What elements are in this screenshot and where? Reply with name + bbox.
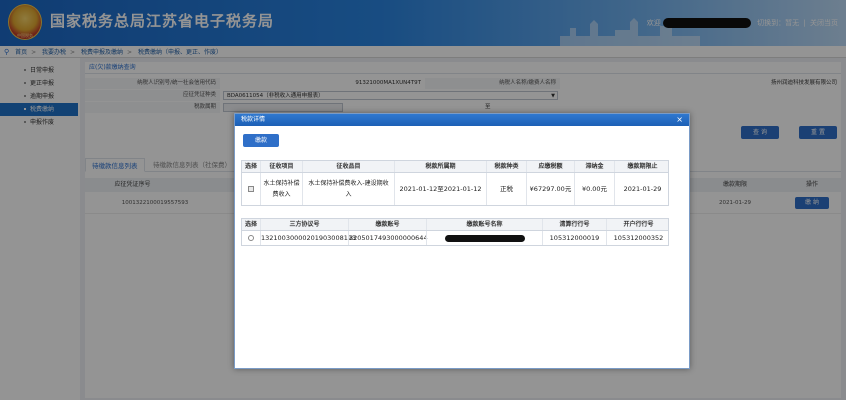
ah-clearing: 清算行行号 [542,219,606,230]
ah-open-bank: 开户行行号 [606,219,670,230]
account-open-bank: 105312000352 [606,231,670,245]
dh-late-fee: 滞纳金 [574,161,614,172]
dh-subitem: 征收品目 [302,161,394,172]
close-icon[interactable]: × [676,114,683,126]
detail-period: 2021-01-12至2021-01-12 [394,173,486,205]
account-agreement: 13210030000201903008193 [260,231,356,245]
dh-amount: 应缴税额 [526,161,574,172]
tax-detail-modal: 税款详情 × 缴款 选择 征收项目 征收品目 税款所属期 税款种类 应缴税额 滞… [234,113,690,369]
detail-subitem: 水土保持补偿费收入-建设期收入 [302,173,394,205]
account-table: 选择 三方协议号 缴款账号 缴款账号名称 清算行行号 开户行行号 1321003… [241,218,669,246]
radio-button[interactable] [248,235,254,241]
modal-title-bar: 税款详情 × [235,114,689,126]
dh-deadline: 缴款期限止 [614,161,670,172]
detail-table-header: 选择 征收项目 征收品目 税款所属期 税款种类 应缴税额 滞纳金 缴款期限止 [242,161,668,173]
account-clearing-bank: 105312000019 [542,231,606,245]
detail-table: 选择 征收项目 征收品目 税款所属期 税款种类 应缴税额 滞纳金 缴款期限止 水… [241,160,669,206]
dh-period: 税款所属期 [394,161,486,172]
dh-tax-type: 税款种类 [486,161,526,172]
detail-deadline: 2021-01-29 [614,173,670,205]
modal-title: 税款详情 [241,116,266,123]
ah-account: 缴款账号 [348,219,426,230]
ah-select: 选择 [244,221,257,228]
detail-tax-type: 正税 [486,173,526,205]
account-table-header: 选择 三方协议号 缴款账号 缴款账号名称 清算行行号 开户行行号 [242,219,668,231]
detail-item: 水土保持补偿费收入 [260,173,302,205]
account-number: 3205017493000000644 [348,231,428,245]
detail-late-fee: ¥0.00元 [574,173,614,205]
account-row-select [242,231,260,245]
detail-amount: ¥67297.00元 [526,173,574,205]
account-name-cell [426,231,542,245]
checkbox[interactable] [248,186,254,192]
table-row: 水土保持补偿费收入 水土保持补偿费收入-建设期收入 2021-01-12至202… [242,173,668,205]
ah-agreement: 三方协议号 [260,219,348,230]
dh-item: 征收项目 [260,161,302,172]
ah-account-name: 缴款账号名称 [426,219,542,230]
detail-row-select [242,173,260,205]
table-row: 13210030000201903008193 3205017493000000… [242,231,668,245]
pay-button[interactable]: 缴款 [243,134,279,147]
dh-select: 选择 [244,163,257,170]
redacted-account-name [444,234,525,242]
